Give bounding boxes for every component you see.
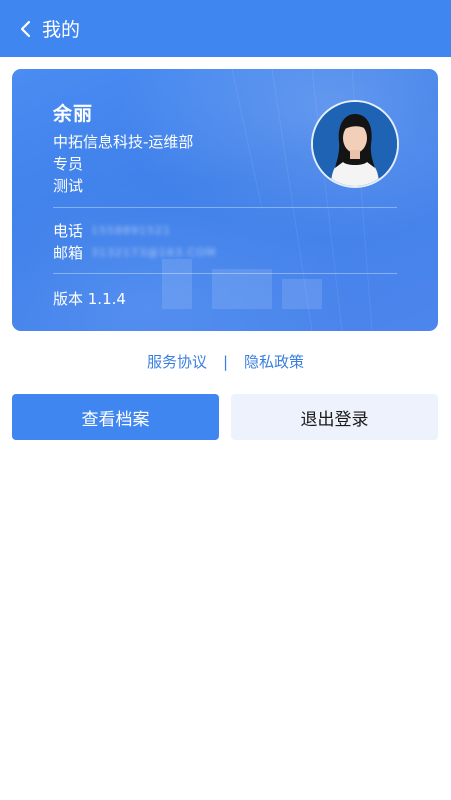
link-separator: | bbox=[222, 352, 229, 371]
email-row: 邮箱 3132173@163.COM bbox=[53, 242, 216, 263]
back-button[interactable] bbox=[0, 0, 32, 57]
user-tag: 测试 bbox=[53, 177, 84, 195]
policy-links: 服务协议 | 隐私政策 bbox=[0, 351, 451, 372]
avatar bbox=[313, 102, 397, 186]
app-version: 版本 1.1.4 bbox=[53, 290, 126, 308]
service-agreement-link[interactable]: 服务协议 bbox=[147, 351, 207, 372]
top-bar: 我的 bbox=[0, 0, 451, 57]
company-department: 中拓信息科技-运维部 bbox=[53, 133, 194, 151]
job-title: 专员 bbox=[53, 155, 84, 173]
user-name: 余丽 bbox=[53, 103, 94, 125]
card-divider bbox=[53, 273, 397, 274]
email-label: 邮箱 bbox=[53, 244, 84, 262]
profile-card: 余丽 中拓信息科技-运维部 专员 测试 电话 1558891521 邮箱 313… bbox=[12, 69, 438, 331]
email-value: 3132173@163.COM bbox=[91, 246, 217, 259]
phone-row: 电话 1558891521 bbox=[53, 220, 171, 241]
card-divider bbox=[53, 207, 397, 208]
phone-value: 1558891521 bbox=[91, 224, 171, 237]
profile-page: 我的 余丽 中拓信息科技-运维部 专员 测试 电话 1558891521 邮箱 … bbox=[0, 0, 451, 800]
chevron-left-icon bbox=[20, 20, 32, 38]
logout-button[interactable]: 退出登录 bbox=[231, 394, 438, 440]
view-profile-button[interactable]: 查看档案 bbox=[12, 394, 219, 440]
page-title: 我的 bbox=[42, 19, 81, 41]
privacy-policy-link[interactable]: 隐私政策 bbox=[244, 351, 304, 372]
phone-label: 电话 bbox=[53, 222, 84, 240]
